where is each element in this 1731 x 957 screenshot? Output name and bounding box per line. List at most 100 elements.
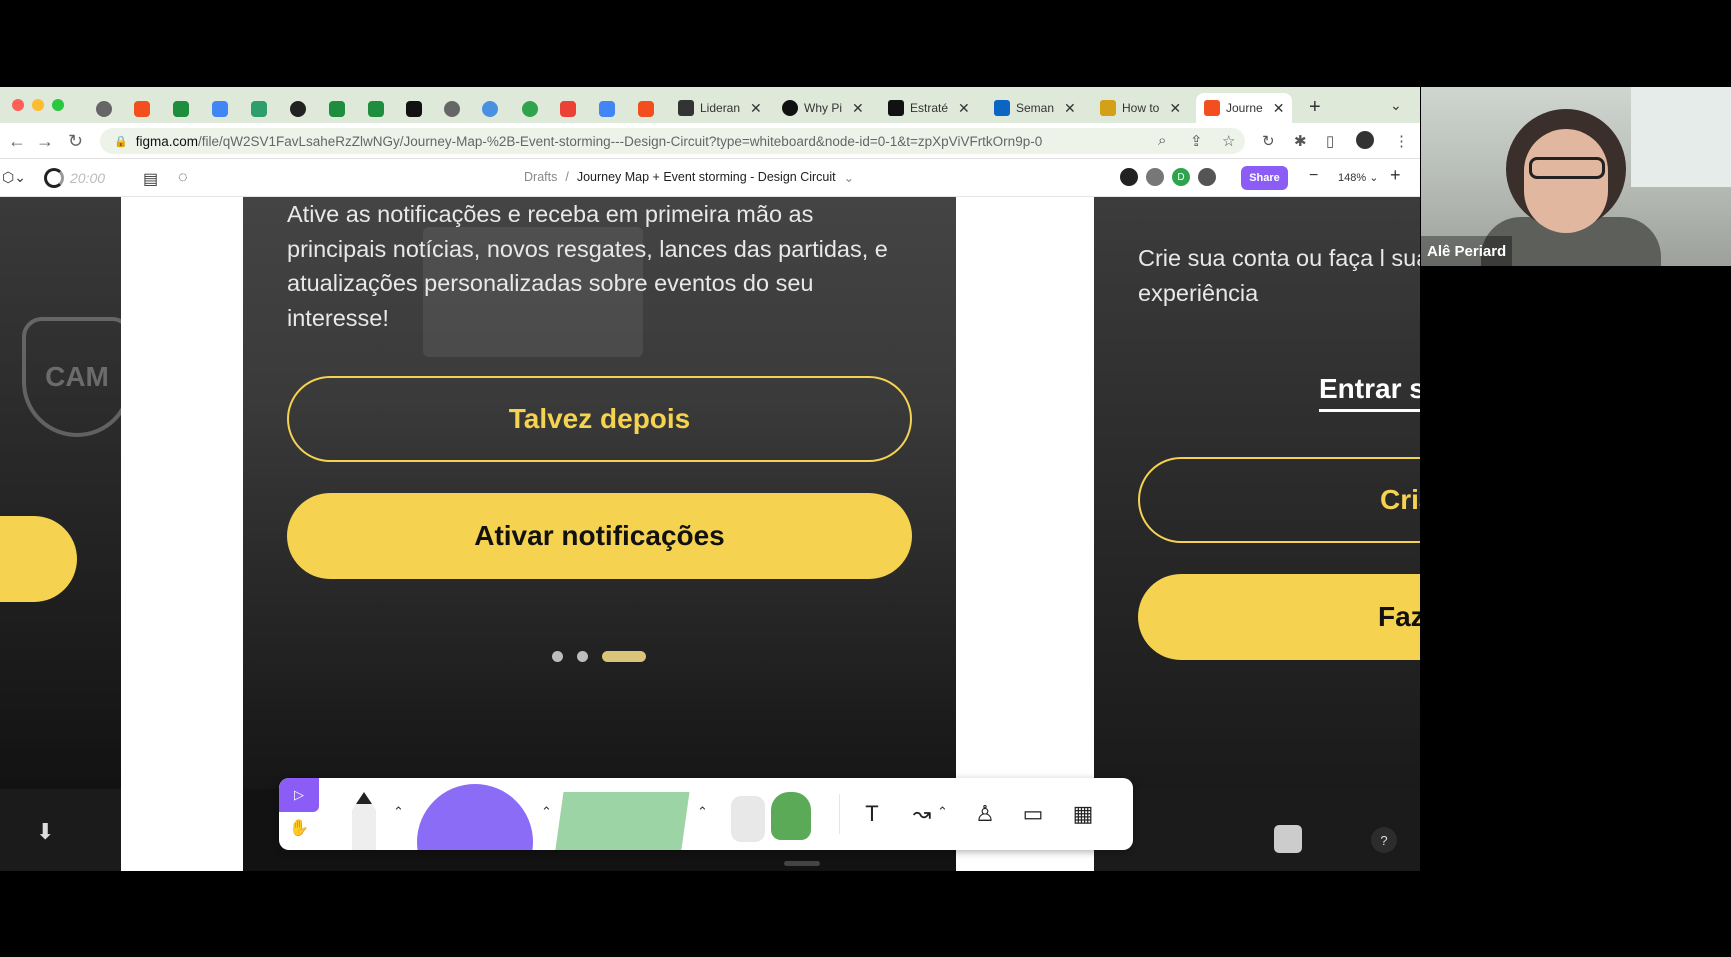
timer-widget[interactable]: 20:00	[44, 167, 105, 189]
sidebar-icon[interactable]: ▯	[1326, 132, 1334, 150]
close-icon[interactable]: ✕	[852, 100, 864, 117]
shape-tool-icon[interactable]	[417, 784, 533, 850]
pinned-tab-icon[interactable]	[444, 101, 460, 117]
chevron-up-icon[interactable]: ⌃	[541, 804, 552, 820]
zoom-in-icon[interactable]: +	[1390, 165, 1401, 186]
tab-lideran[interactable]: Lideran ✕	[670, 93, 770, 123]
share-page-icon[interactable]: ⇪	[1190, 132, 1203, 150]
notification-screen-frame[interactable]: Ative as notificações e receba em primei…	[243, 197, 956, 871]
timer-icon	[44, 168, 64, 188]
login-button[interactable]: Faz	[1138, 574, 1420, 660]
close-icon[interactable]: ✕	[1169, 100, 1181, 117]
avatar[interactable]: D	[1170, 166, 1192, 188]
layout-icon[interactable]: ▤	[143, 169, 158, 189]
more-menu-icon[interactable]: ⋮	[1394, 132, 1409, 150]
figma-canvas[interactable]: CAM Ative as notificações e receba em pr…	[0, 197, 1420, 871]
new-tab-icon[interactable]: +	[1309, 96, 1321, 119]
bookmark-star-icon[interactable]: ☆	[1222, 132, 1235, 150]
telegram-tab-icon[interactable]	[482, 101, 498, 117]
widget-icon[interactable]: ⬇	[36, 819, 54, 845]
back-icon[interactable]: ←	[8, 131, 26, 152]
file-name[interactable]: Journey Map + Event storming - Design Ci…	[577, 170, 836, 185]
search-icon[interactable]: ⌕	[1158, 132, 1166, 149]
gmail-tab-icon[interactable]	[560, 101, 576, 117]
zoom-out-icon[interactable]: −	[1309, 167, 1318, 185]
text-tool-icon[interactable]: T	[854, 796, 890, 832]
zoom-level[interactable]: 148% ⌄	[1338, 171, 1378, 184]
enable-notifications-button[interactable]: Ativar notificações	[287, 493, 912, 579]
stickers-tool[interactable]	[731, 792, 821, 848]
maybe-later-button[interactable]: Talvez depois	[287, 376, 912, 462]
reload-icon[interactable]: ↻	[68, 131, 83, 152]
section-tool-icon[interactable]: ▭	[1015, 796, 1051, 832]
comment-icon[interactable]: ◌	[178, 169, 188, 187]
url-input[interactable]: 🔒 figma.com/file/qW2SV1FavLsaheRzZlwNGy/…	[100, 128, 1245, 154]
breadcrumb-drafts[interactable]: Drafts	[524, 170, 557, 185]
chevron-down-icon[interactable]: ⌄	[1390, 97, 1402, 114]
figjam-menu-icon[interactable]: ⬡⌄	[2, 169, 26, 186]
close-icon[interactable]: ✕	[1273, 100, 1285, 117]
hand-tool-icon[interactable]: ✋	[289, 818, 309, 838]
left-frame-button[interactable]	[0, 516, 77, 602]
tab-seman[interactable]: Seman ✕	[986, 93, 1084, 123]
page-dot[interactable]	[552, 651, 563, 662]
minimize-window-button[interactable]	[32, 99, 44, 111]
close-icon[interactable]: ✕	[750, 100, 762, 117]
sheets-tab-icon[interactable]	[173, 101, 189, 117]
figma-tab-icon[interactable]	[638, 101, 654, 117]
pagination-dots	[552, 651, 646, 662]
chevron-down-icon[interactable]: ⌄	[844, 170, 854, 185]
chevron-up-icon[interactable]: ⌃	[393, 804, 404, 820]
avatar[interactable]	[1196, 166, 1218, 188]
profile-avatar[interactable]	[1356, 131, 1374, 149]
canvas-gap	[121, 197, 243, 871]
medium-tab-icon[interactable]	[406, 101, 422, 117]
sign-in-link[interactable]: Entrar s	[1319, 373, 1420, 412]
share-button[interactable]: Share	[1241, 166, 1288, 190]
maximize-window-button[interactable]	[52, 99, 64, 111]
minimap-button[interactable]	[1274, 825, 1302, 853]
pinned-tab-icon[interactable]	[251, 101, 267, 117]
table-tool-icon[interactable]: ▦	[1065, 796, 1101, 832]
close-window-button[interactable]	[12, 99, 24, 111]
avatar[interactable]	[1144, 166, 1166, 188]
extensions-puzzle-icon[interactable]: ✱	[1294, 132, 1307, 150]
sheets-tab-icon[interactable]	[329, 101, 345, 117]
chevron-up-icon[interactable]: ⌃	[937, 804, 948, 820]
screen: Lideran ✕ Why Pi ✕ Estraté ✕ Seman ✕ How…	[0, 0, 1731, 957]
calendar-tab-icon[interactable]	[599, 101, 615, 117]
chevron-up-icon[interactable]: ⌃	[697, 804, 708, 820]
signup-screen-frame[interactable]: Crie sua conta ou faça l sua experiência…	[1094, 197, 1420, 789]
stamp-tool-icon[interactable]: ♙	[967, 796, 1003, 832]
tab-why[interactable]: Why Pi ✕	[774, 93, 872, 123]
move-tool-icon[interactable]: ▷	[279, 778, 319, 812]
left-frame[interactable]: CAM	[0, 197, 121, 789]
tab-label: Seman	[1016, 101, 1055, 115]
page-dot[interactable]	[577, 651, 588, 662]
sticky-note-tool-icon[interactable]	[554, 792, 690, 850]
pinned-tab-icon[interactable]	[290, 101, 306, 117]
connector-tool-icon[interactable]: ↝	[904, 796, 940, 832]
sticker-icon	[731, 796, 765, 842]
marker-tool-icon[interactable]	[352, 792, 376, 850]
pinned-tab-icon[interactable]	[96, 101, 112, 117]
lock-icon: 🔒	[114, 135, 128, 148]
pinned-tab-icon[interactable]	[522, 101, 538, 117]
close-icon[interactable]: ✕	[1064, 100, 1076, 117]
extension-icon[interactable]: ↻	[1262, 132, 1275, 150]
help-button[interactable]: ?	[1371, 827, 1397, 853]
tab-how-to[interactable]: How to ✕	[1092, 93, 1189, 123]
tray-handle[interactable]	[784, 861, 820, 866]
figma-tab-icon[interactable]	[134, 101, 150, 117]
avatar[interactable]	[1118, 166, 1140, 188]
tab-journey[interactable]: Journe ✕	[1196, 93, 1293, 123]
canvas-gap	[121, 789, 243, 871]
close-icon[interactable]: ✕	[958, 100, 970, 117]
create-account-button[interactable]: Cria	[1138, 457, 1420, 543]
page-dot-active[interactable]	[602, 651, 646, 662]
docs-tab-icon[interactable]	[212, 101, 228, 117]
tab-favicon-icon	[1100, 100, 1116, 116]
tab-estrate[interactable]: Estraté ✕	[880, 93, 978, 123]
forward-icon[interactable]: →	[36, 131, 54, 152]
sheets-tab-icon[interactable]	[368, 101, 384, 117]
